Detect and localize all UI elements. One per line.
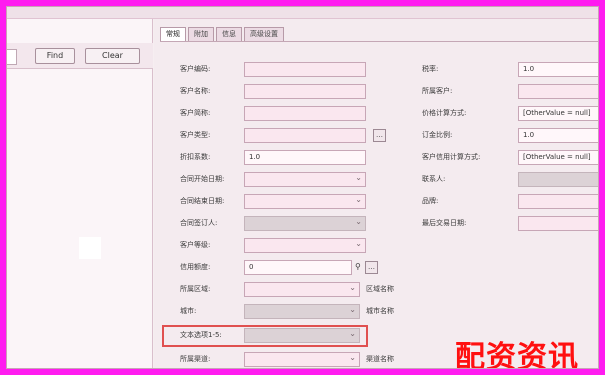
customer-name-field[interactable]: [244, 84, 366, 99]
discount-field[interactable]: 1.0: [244, 150, 366, 165]
deposit-ratio-field[interactable]: 1.0: [518, 128, 598, 143]
city-label: 城市:: [180, 307, 197, 315]
customer-level-field[interactable]: [244, 237, 366, 253]
city-field[interactable]: [244, 303, 360, 319]
search-icon[interactable]: ⚲: [355, 259, 361, 275]
customer-code-field[interactable]: [244, 62, 366, 77]
tab-divider: [160, 41, 598, 42]
credit-method-label: 客户信用计算方式:: [422, 153, 481, 161]
contact-field[interactable]: [518, 172, 598, 187]
region-label: 所属区域:: [180, 285, 211, 293]
search-panel: Find Clear: [7, 19, 153, 368]
credit-method-field[interactable]: [OtherValue = null]: [518, 150, 598, 165]
customer-type-browse-button[interactable]: …: [373, 129, 386, 142]
contract-signer-label: 合同签订人:: [180, 219, 218, 227]
contract-end-label: 合同结束日期:: [180, 197, 225, 205]
find-button[interactable]: Find: [35, 48, 75, 64]
search-input-fragment[interactable]: [7, 49, 17, 65]
last-trade-date-label: 最后交易日期:: [422, 219, 467, 227]
deposit-ratio-label: 订金比例:: [422, 131, 453, 139]
customer-type-field[interactable]: [244, 128, 366, 143]
channel-name-label: 渠道名称: [366, 355, 394, 363]
region-name-label: 区域名称: [366, 285, 394, 293]
contact-label: 联系人:: [422, 175, 446, 183]
discount-label: 折扣系数:: [180, 153, 211, 161]
city-name-label: 城市名称: [366, 307, 394, 315]
customer-type-label: 客户类型:: [180, 131, 211, 139]
channel-field[interactable]: [244, 351, 360, 367]
brand-label: 品牌:: [422, 197, 439, 205]
channel-label: 所属渠道:: [180, 355, 211, 363]
tax-rate-field[interactable]: 1.0: [518, 62, 598, 77]
credit-limit-browse-button[interactable]: …: [365, 261, 378, 274]
parent-customer-field[interactable]: [518, 84, 598, 99]
tab-advanced[interactable]: 高级设置: [244, 27, 284, 41]
tax-rate-label: 税率:: [422, 65, 439, 73]
credit-limit-field[interactable]: 0: [244, 260, 352, 275]
customer-name-label: 客户名称:: [180, 87, 211, 95]
detail-panel: 常规 附加 信息 高级设置 客户编码: 客户名称: 客户简称: 客户类型: … …: [154, 19, 598, 368]
brand-field[interactable]: [518, 194, 598, 209]
price-method-field[interactable]: [OtherValue = null]: [518, 106, 598, 121]
search-toolbar: Find Clear: [7, 43, 153, 69]
customer-short-field[interactable]: [244, 106, 366, 121]
contract-start-label: 合同开始日期:: [180, 175, 225, 183]
credit-limit-label: 信用额度:: [180, 263, 211, 271]
customer-short-label: 客户简称:: [180, 109, 211, 117]
last-trade-date-field[interactable]: [518, 216, 598, 231]
customer-level-label: 客户等级:: [180, 241, 211, 249]
clear-button[interactable]: Clear: [85, 48, 140, 64]
watermark-text: 配资资讯: [455, 340, 579, 369]
tab-info[interactable]: 信息: [216, 27, 242, 41]
tab-general[interactable]: 常规: [160, 27, 186, 41]
tab-bar: 常规 附加 信息 高级设置: [160, 27, 284, 41]
window: Find Clear 常规 附加 信息 高级设置 客户编码: 客户名称: 客户简…: [6, 6, 599, 369]
contract-end-field[interactable]: [244, 193, 366, 209]
window-top-strip: [7, 7, 598, 19]
tab-additional[interactable]: 附加: [188, 27, 214, 41]
highlight-box: [162, 325, 368, 347]
price-method-label: 价格计算方式:: [422, 109, 467, 117]
contract-signer-field[interactable]: [244, 215, 366, 231]
region-field[interactable]: [244, 281, 360, 297]
parent-customer-label: 所属客户:: [422, 87, 453, 95]
contract-start-field[interactable]: [244, 171, 366, 187]
customer-code-label: 客户编码:: [180, 65, 211, 73]
blank-area: [79, 237, 101, 259]
